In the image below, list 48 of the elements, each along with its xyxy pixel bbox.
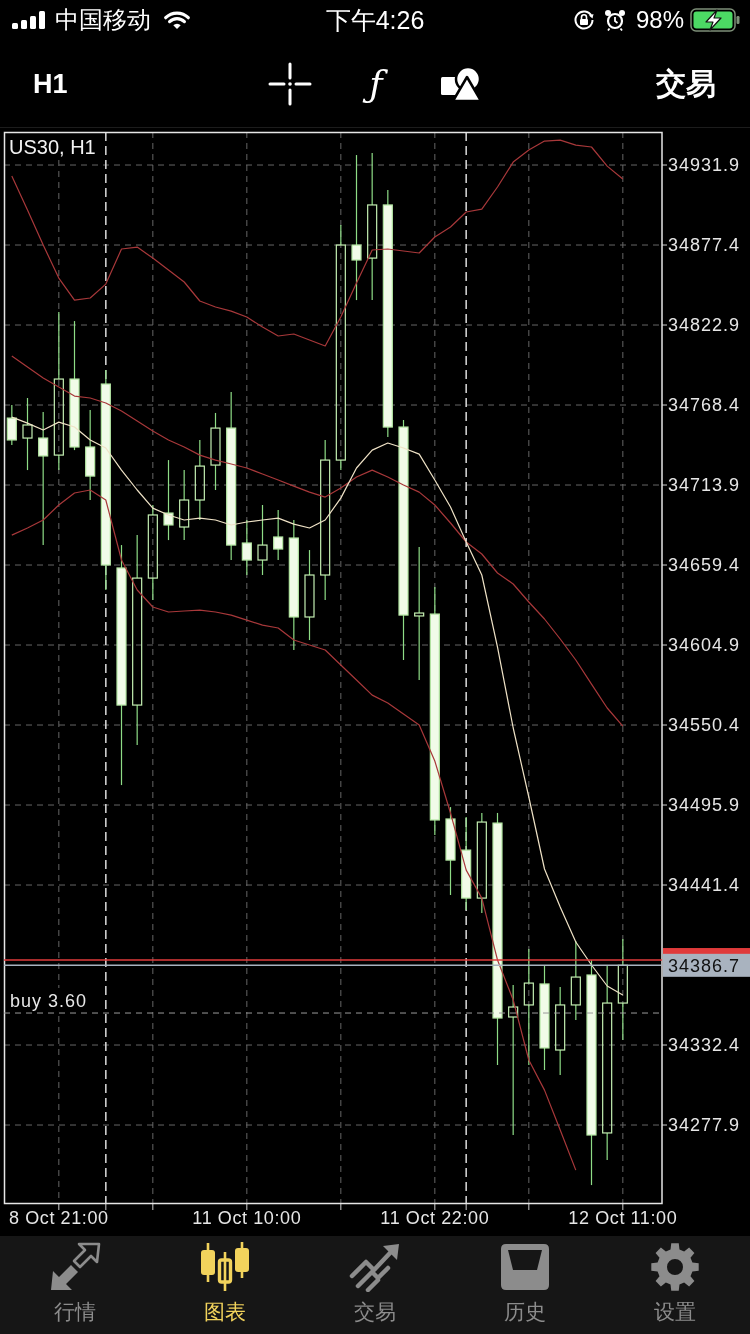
price-axis-label: 34877.4 (668, 235, 741, 256)
function-button[interactable]: ƒ (354, 61, 398, 106)
gear-icon (649, 1242, 701, 1292)
status-time: 下午4:26 (325, 6, 425, 34)
price-axis-label: 34550.4 (668, 715, 741, 736)
double-arrow-icon (49, 1242, 101, 1292)
trade-button[interactable]: 交易 (656, 65, 716, 102)
candle (241, 519, 252, 576)
candle (6, 404, 17, 446)
shapes-icon[interactable] (440, 65, 482, 102)
price-axis-label: 34277.9 (668, 1115, 741, 1136)
candlestick-icon (199, 1242, 251, 1292)
tab-item[interactable]: 历史 (450, 1236, 600, 1334)
time-axis-label: 11 Oct 10:00 (192, 1208, 302, 1229)
time-axis-label: 11 Oct 22:00 (380, 1208, 490, 1229)
price-axis-label: 34659.4 (668, 555, 741, 576)
carrier-name: 中国移动 (55, 6, 151, 34)
trend-arrow-icon (349, 1242, 401, 1292)
chart-symbol-label: US30, H1 (9, 136, 96, 158)
orientation-lock-icon (572, 9, 595, 31)
battery-percent: 98% (635, 6, 684, 34)
ref-line-label: 34386.7 (668, 955, 741, 976)
price-axis-label: 34332.4 (668, 1035, 741, 1056)
candle (257, 504, 268, 576)
signal-icon (12, 11, 46, 29)
tab-item[interactable]: 图表 (150, 1236, 300, 1334)
bid-price-label: 34386.7 (663, 953, 750, 977)
price-axis-label: 34604.9 (668, 635, 741, 656)
alarm-clock-icon (603, 9, 626, 31)
candle (273, 509, 284, 561)
price-axis-label: 34931.9 (668, 155, 741, 176)
tab-item[interactable]: 交易 (300, 1236, 450, 1334)
wifi-icon (163, 10, 191, 30)
tab-item[interactable]: 行情 (0, 1236, 150, 1334)
price-axis-label: 34822.9 (668, 315, 741, 336)
price-axis-label: 34768.4 (668, 395, 741, 416)
time-axis-label: 12 Oct 11:00 (568, 1208, 678, 1229)
tab-item[interactable]: 设置 (600, 1236, 750, 1334)
timeframe-button[interactable]: H1 (33, 67, 68, 100)
price-axis-label: 34495.9 (668, 795, 741, 816)
tray-icon (499, 1242, 551, 1292)
battery-charging-icon (690, 8, 740, 32)
crosshair-icon[interactable] (268, 61, 312, 106)
time-axis-label: 8 Oct 21:00 (9, 1208, 109, 1229)
candle (179, 469, 190, 541)
position-label: buy 3.60 (10, 991, 88, 1012)
price-axis-label: 34713.9 (668, 475, 741, 496)
price-axis-label: 34441.4 (668, 875, 741, 896)
